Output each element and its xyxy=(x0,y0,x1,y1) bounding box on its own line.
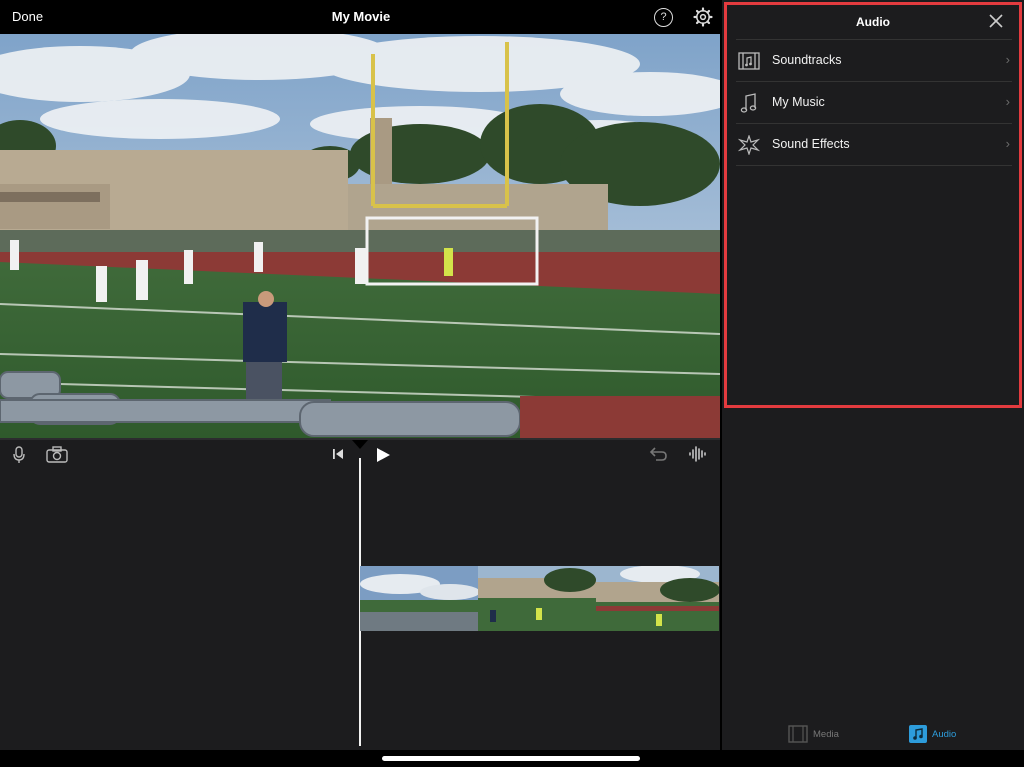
tab-audio-label: Audio xyxy=(932,729,957,740)
soundtracks-label: Soundtracks xyxy=(772,53,842,67)
playhead-marker xyxy=(352,440,368,449)
video-preview[interactable] xyxy=(0,34,720,438)
home-indicator[interactable] xyxy=(382,756,640,761)
tab-media-label: Media xyxy=(813,729,839,740)
help-icon[interactable]: ? xyxy=(654,8,673,27)
microphone-icon[interactable] xyxy=(12,446,26,464)
sound-effects-label: Sound Effects xyxy=(772,137,850,151)
audio-panel: Audio Soundtracks › My Music › Sound Eff… xyxy=(724,2,1022,408)
skip-to-start-icon[interactable] xyxy=(332,448,344,460)
project-title: My Movie xyxy=(331,9,391,24)
clip-thumbnails xyxy=(360,566,719,631)
undo-icon[interactable] xyxy=(648,446,668,462)
audio-waveform-icon[interactable] xyxy=(688,445,708,463)
top-bar: Done My Movie ? xyxy=(0,0,722,34)
soundtracks-row[interactable]: Soundtracks › xyxy=(736,39,1012,81)
list-divider xyxy=(736,165,1012,166)
music-note-square-icon xyxy=(909,725,927,743)
audio-panel-title: Audio xyxy=(856,15,890,29)
music-note-icon xyxy=(740,93,757,113)
play-icon[interactable] xyxy=(375,447,391,463)
video-clip[interactable] xyxy=(360,566,719,631)
chevron-right-icon: › xyxy=(1005,136,1010,151)
my-music-label: My Music xyxy=(772,95,825,109)
browser-tabs: Media Audio xyxy=(722,720,1024,750)
chevron-right-icon: › xyxy=(1005,52,1010,67)
burst-icon xyxy=(738,135,760,155)
film-strip-icon xyxy=(788,725,808,743)
my-music-row[interactable]: My Music › xyxy=(736,81,1012,123)
film-music-icon xyxy=(738,52,760,70)
chevron-right-icon: › xyxy=(1005,94,1010,109)
video-frame xyxy=(0,34,720,438)
camera-icon[interactable] xyxy=(46,446,68,463)
close-icon[interactable] xyxy=(988,13,1004,29)
sound-effects-row[interactable]: Sound Effects › xyxy=(736,123,1012,165)
gear-icon[interactable] xyxy=(693,7,713,27)
